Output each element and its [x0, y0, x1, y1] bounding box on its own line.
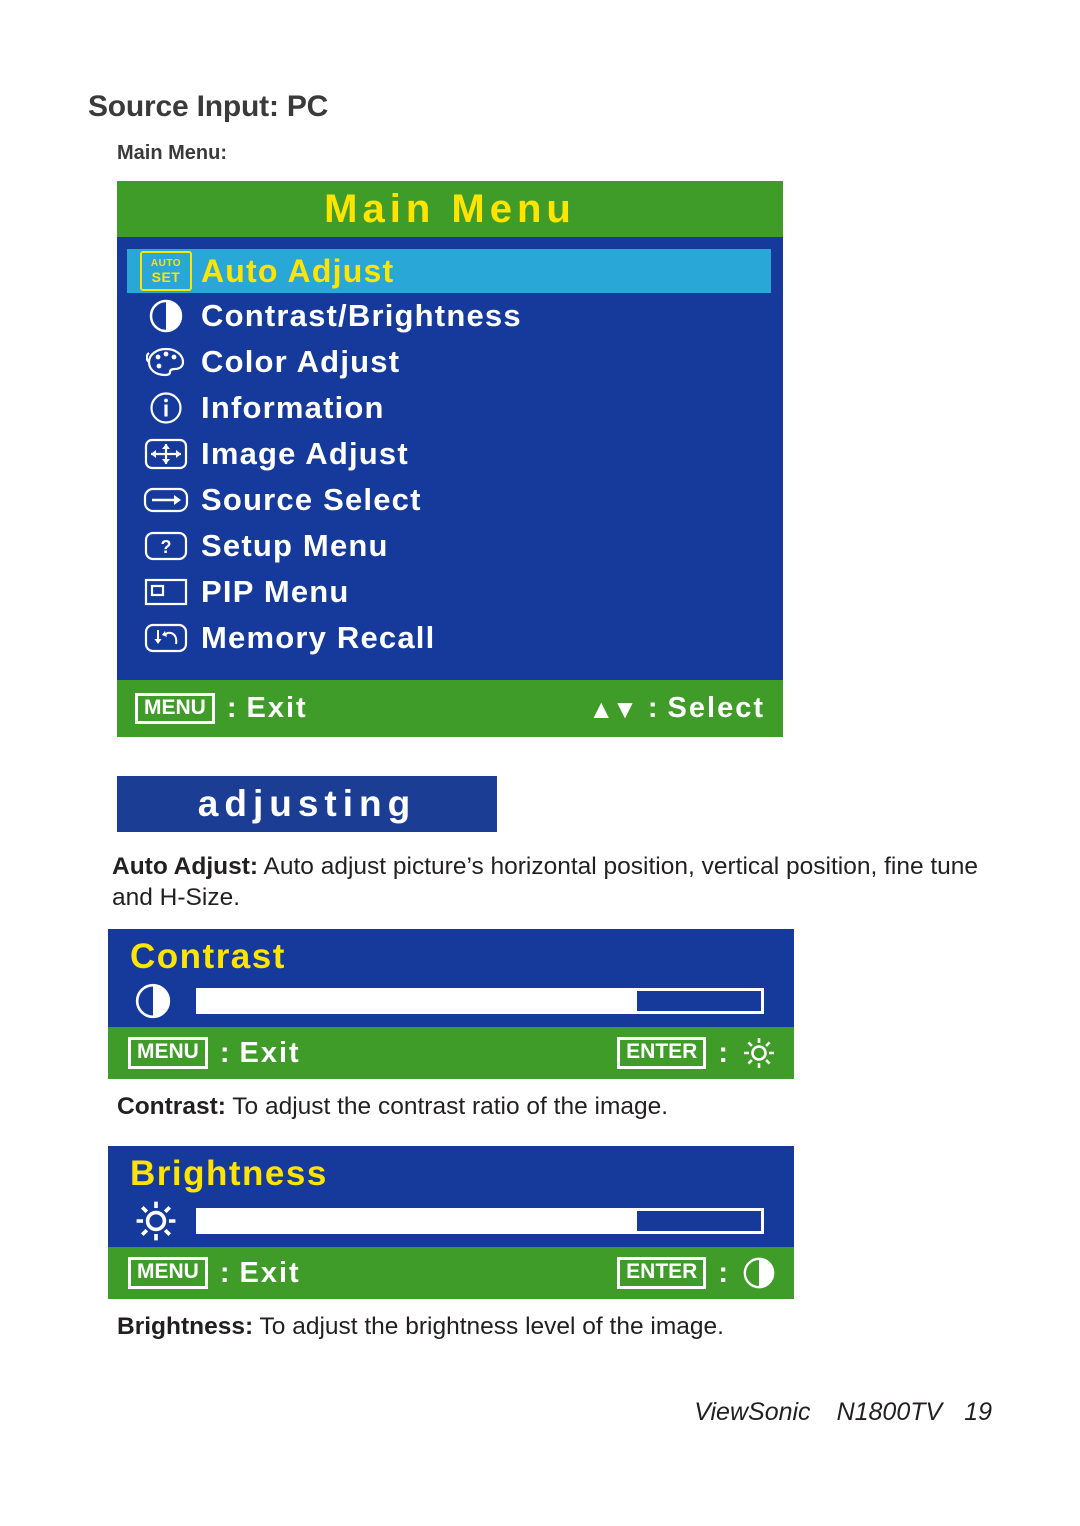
contrast-osd: Contrast MENU : Exit ENTER :	[108, 929, 794, 1079]
menu-key-separator: :	[219, 1036, 232, 1069]
menu-key-separator: :	[226, 692, 239, 724]
brightness-description: Brightness: To adjust the brightness lev…	[117, 1311, 937, 1342]
menu-item-color-adjust[interactable]: Color Adjust	[117, 339, 783, 385]
menu-item-pip-menu[interactable]: PIP Menu	[117, 569, 783, 615]
contrast-slider-fill	[199, 991, 638, 1011]
select-label: Select	[667, 692, 765, 724]
contrast-term: Contrast:	[117, 1093, 226, 1120]
brightness-osd: Brightness MENU : Exit ENTER :	[108, 1146, 794, 1299]
brightness-sun-icon	[134, 1199, 196, 1243]
brightness-slider-fill	[199, 1211, 638, 1231]
enter-key-chip[interactable]: ENTER	[617, 1037, 707, 1069]
menu-key-separator: :	[219, 1256, 232, 1289]
menu-exit-label: Exit	[239, 1256, 301, 1289]
menu-item-setup-menu[interactable]: ? Setup Menu	[117, 523, 783, 569]
contrast-osd-footer: MENU : Exit ENTER :	[108, 1027, 794, 1079]
brightness-title: Brightness	[130, 1154, 328, 1193]
contrast-slider-row	[108, 982, 794, 1020]
source-arrow-icon	[139, 481, 193, 519]
menu-key-chip[interactable]: MENU	[128, 1037, 208, 1069]
menu-item-information[interactable]: Information	[117, 385, 783, 431]
menu-item-label: Setup Menu	[201, 528, 389, 563]
main-menu-osd: Main Menu AUTO SET Auto Adjust Contrast/…	[117, 181, 783, 737]
image-adjust-arrows-icon	[139, 435, 193, 473]
menu-exit-label: Exit	[246, 692, 308, 724]
menu-item-label: Color Adjust	[201, 344, 401, 379]
contrast-slider[interactable]	[196, 988, 764, 1014]
footer-model: N1800TV	[836, 1398, 943, 1426]
enter-key-separator: :	[718, 1036, 730, 1069]
menu-item-label: Contrast/Brightness	[201, 298, 522, 333]
contrast-half-circle-icon	[134, 982, 196, 1020]
menu-item-label: Image Adjust	[201, 436, 409, 471]
main-menu-footer-right: ▲▼ : Select	[588, 692, 765, 725]
main-menu-footer: MENU : Exit ▲▼ : Select	[117, 680, 783, 737]
auto-set-icon-line2: SET	[151, 268, 181, 285]
menu-item-label: Source Select	[201, 482, 422, 517]
menu-exit-label: Exit	[239, 1036, 301, 1069]
menu-item-image-adjust[interactable]: Image Adjust	[117, 431, 783, 477]
contrast-footer-right: ENTER :	[617, 1036, 776, 1070]
adjusting-banner: adjusting	[117, 776, 497, 832]
footer-page-number: 19	[964, 1398, 992, 1426]
adjusting-banner-label: adjusting	[197, 783, 417, 824]
up-down-arrows-icon: ▲▼	[588, 693, 637, 724]
main-menu-list: AUTO SET Auto Adjust Contrast/Brightness	[117, 237, 783, 680]
brightness-text: To adjust the brightness level of the im…	[253, 1313, 724, 1340]
auto-adjust-description: Auto Adjust: Auto adjust picture’s horiz…	[112, 851, 992, 914]
contrast-half-circle-icon	[742, 1256, 776, 1290]
color-palette-icon	[139, 343, 193, 381]
manual-page: Source Input: PC Main Menu: Main Menu AU…	[0, 0, 1080, 1526]
menu-item-source-select[interactable]: Source Select	[117, 477, 783, 523]
information-circle-icon	[139, 389, 193, 427]
select-separator: :	[647, 692, 660, 724]
page-title: Source Input: PC	[88, 90, 329, 123]
footer-brand: ViewSonic	[694, 1398, 811, 1426]
auto-set-icon-line1: AUTO	[150, 257, 182, 269]
brightness-slider[interactable]	[196, 1208, 764, 1234]
menu-item-label: PIP Menu	[201, 574, 350, 609]
main-menu-title: Main Menu	[117, 181, 783, 237]
auto-adjust-term: Auto Adjust:	[112, 853, 259, 880]
memory-recall-icon	[139, 619, 193, 657]
page-footer: ViewSonic N1800TV 19	[694, 1398, 992, 1427]
contrast-title: Contrast	[130, 937, 286, 976]
brightness-slider-row	[108, 1199, 794, 1243]
menu-item-label: Information	[201, 390, 385, 425]
menu-item-label: Memory Recall	[201, 620, 436, 655]
question-mark-icon: ?	[139, 527, 193, 565]
contrast-description: Contrast: To adjust the contrast ratio o…	[117, 1091, 937, 1122]
pip-rectangle-icon	[139, 573, 193, 611]
brightness-osd-body: Brightness	[108, 1146, 794, 1247]
svg-text:?: ?	[161, 537, 172, 557]
brightness-term: Brightness:	[117, 1313, 254, 1340]
contrast-text: To adjust the contrast ratio of the imag…	[225, 1093, 669, 1120]
enter-key-separator: :	[718, 1256, 730, 1289]
brightness-sun-icon	[742, 1036, 776, 1070]
contrast-osd-body: Contrast	[108, 929, 794, 1027]
brightness-footer-right: ENTER :	[617, 1256, 776, 1290]
menu-key-chip[interactable]: MENU	[128, 1257, 208, 1289]
auto-set-icon: AUTO SET	[139, 251, 193, 291]
brightness-osd-footer: MENU : Exit ENTER :	[108, 1247, 794, 1299]
enter-key-chip[interactable]: ENTER	[617, 1257, 707, 1289]
menu-item-label: Auto Adjust	[201, 252, 395, 289]
menu-item-auto-adjust[interactable]: AUTO SET Auto Adjust	[127, 249, 771, 293]
section-subtitle: Main Menu:	[117, 142, 227, 164]
menu-key-chip[interactable]: MENU	[135, 692, 215, 725]
contrast-half-circle-icon	[139, 297, 193, 335]
menu-item-memory-recall[interactable]: Memory Recall	[117, 615, 783, 661]
menu-item-contrast-brightness[interactable]: Contrast/Brightness	[117, 293, 783, 339]
